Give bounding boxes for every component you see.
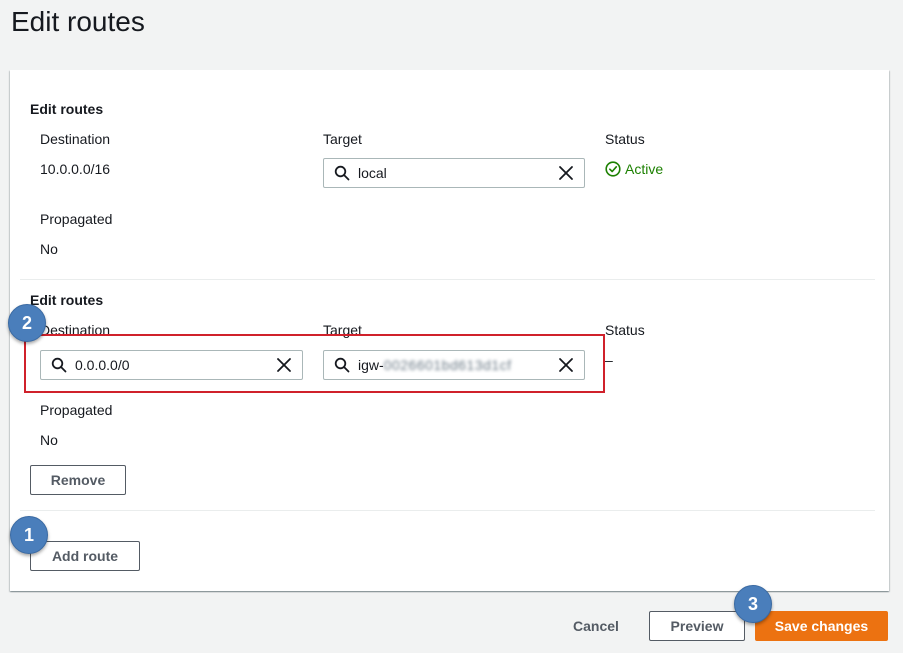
annotation-badge-1: 1 bbox=[10, 516, 48, 554]
preview-button[interactable]: Preview bbox=[649, 611, 745, 641]
route-2-status-label: Status bbox=[605, 322, 645, 338]
route-divider bbox=[20, 279, 875, 280]
route-2-status-value: – bbox=[605, 352, 613, 368]
route-1-propagated-value: No bbox=[40, 241, 58, 257]
route-1-target-input[interactable]: local bbox=[323, 158, 585, 188]
route-1-target-value: local bbox=[358, 165, 387, 181]
remove-route-button[interactable]: Remove bbox=[30, 465, 126, 495]
add-route-divider bbox=[20, 510, 875, 511]
add-route-button[interactable]: Add route bbox=[30, 541, 140, 571]
check-circle-icon bbox=[605, 161, 621, 177]
route-2-propagated-label: Propagated bbox=[40, 402, 113, 418]
page-title: Edit routes bbox=[11, 6, 145, 37]
highlight-box bbox=[24, 334, 605, 393]
route-1-target-label: Target bbox=[323, 131, 362, 147]
search-icon bbox=[334, 165, 350, 181]
cancel-button[interactable]: Cancel bbox=[566, 611, 626, 641]
route-1-status: Active bbox=[605, 161, 663, 177]
route-1-destination-value: 10.0.0.0/16 bbox=[40, 161, 111, 177]
route-1-status-label: Status bbox=[605, 131, 645, 147]
routes-card: Edit routes Destination 10.0.0.0/16 Targ… bbox=[10, 70, 889, 591]
route-1-section-title: Edit routes bbox=[30, 101, 104, 117]
route-2-section-title: Edit routes bbox=[30, 292, 104, 308]
annotation-badge-2: 2 bbox=[8, 304, 46, 342]
close-icon[interactable] bbox=[558, 165, 574, 181]
route-2-propagated-value: No bbox=[40, 432, 58, 448]
save-changes-button[interactable]: Save changes bbox=[755, 611, 888, 641]
route-1-status-value: Active bbox=[625, 161, 664, 177]
annotation-badge-3: 3 bbox=[734, 585, 772, 623]
route-1-propagated-label: Propagated bbox=[40, 211, 113, 227]
route-1-destination-label: Destination bbox=[40, 131, 111, 147]
